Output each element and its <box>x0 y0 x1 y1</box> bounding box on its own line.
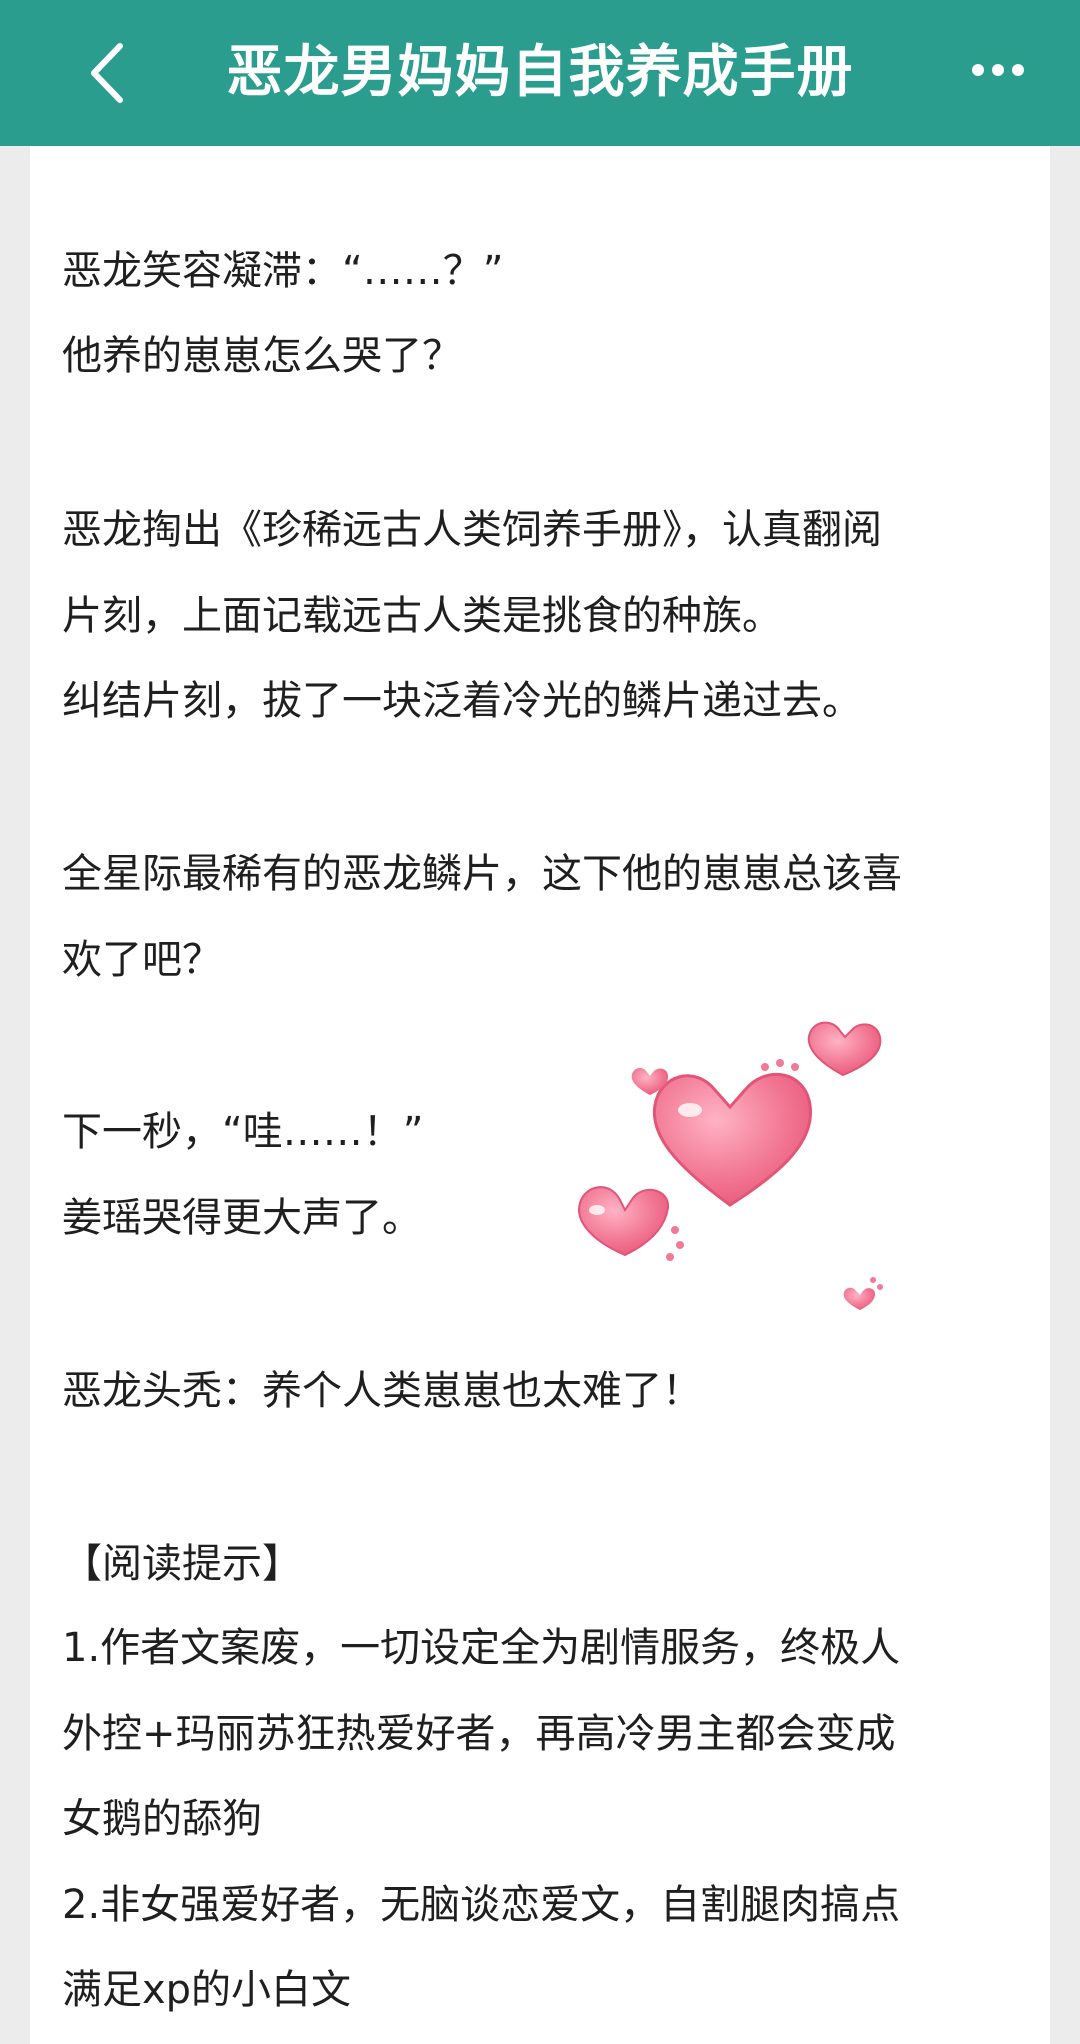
text-line: 他养的崽崽怎么哭了？ <box>62 333 462 379</box>
page-title: 恶龙男妈妈自我养成手册 <box>226 40 854 105</box>
chevron-left-icon[interactable] <box>82 38 132 108</box>
text-line: 欢了吧？ <box>62 937 222 983</box>
text-line: 片刻，上面记载远古人类是挑食的种族。 <box>62 593 782 639</box>
text-line: 女鹅的舔狗 <box>62 1796 262 1842</box>
text-line: 姜瑶哭得更大声了。 <box>62 1195 422 1241</box>
text-line: 全星际最稀有的恶龙鳞片，这下他的崽崽总该喜 <box>62 851 902 897</box>
text-line: 纠结片刻，拔了一块泛着冷光的鳞片递过去。 <box>62 678 862 724</box>
text-line: 外控+玛丽苏狂热爱好者，再高冷男主都会变成 <box>62 1711 896 1757</box>
text-line: 1.作者文案废，一切设定全为剧情服务，终极人 <box>62 1625 901 1671</box>
app-header: 恶龙男妈妈自我养成手册 <box>0 0 1080 146</box>
hearts-sticker-icon <box>578 1021 883 1310</box>
text-line: 【阅读提示】 <box>62 1541 302 1587</box>
more-dots-icon[interactable] <box>968 50 1028 90</box>
text-line: 恶龙头秃：养个人类崽崽也太难了！ <box>62 1368 702 1414</box>
text-line: 满足xp的小白文 <box>62 1967 352 2013</box>
text-line: 下一秒，“哇……！” <box>62 1109 424 1155</box>
text-line: 恶龙掏出《珍稀远古人类饲养手册》，认真翻阅 <box>62 507 882 553</box>
text-line: 2.非女强爱好者，无脑谈恋爱文，自割腿肉搞点 <box>62 1882 901 1928</box>
text-line: 恶龙笑容凝滞：“……？” <box>62 248 504 294</box>
